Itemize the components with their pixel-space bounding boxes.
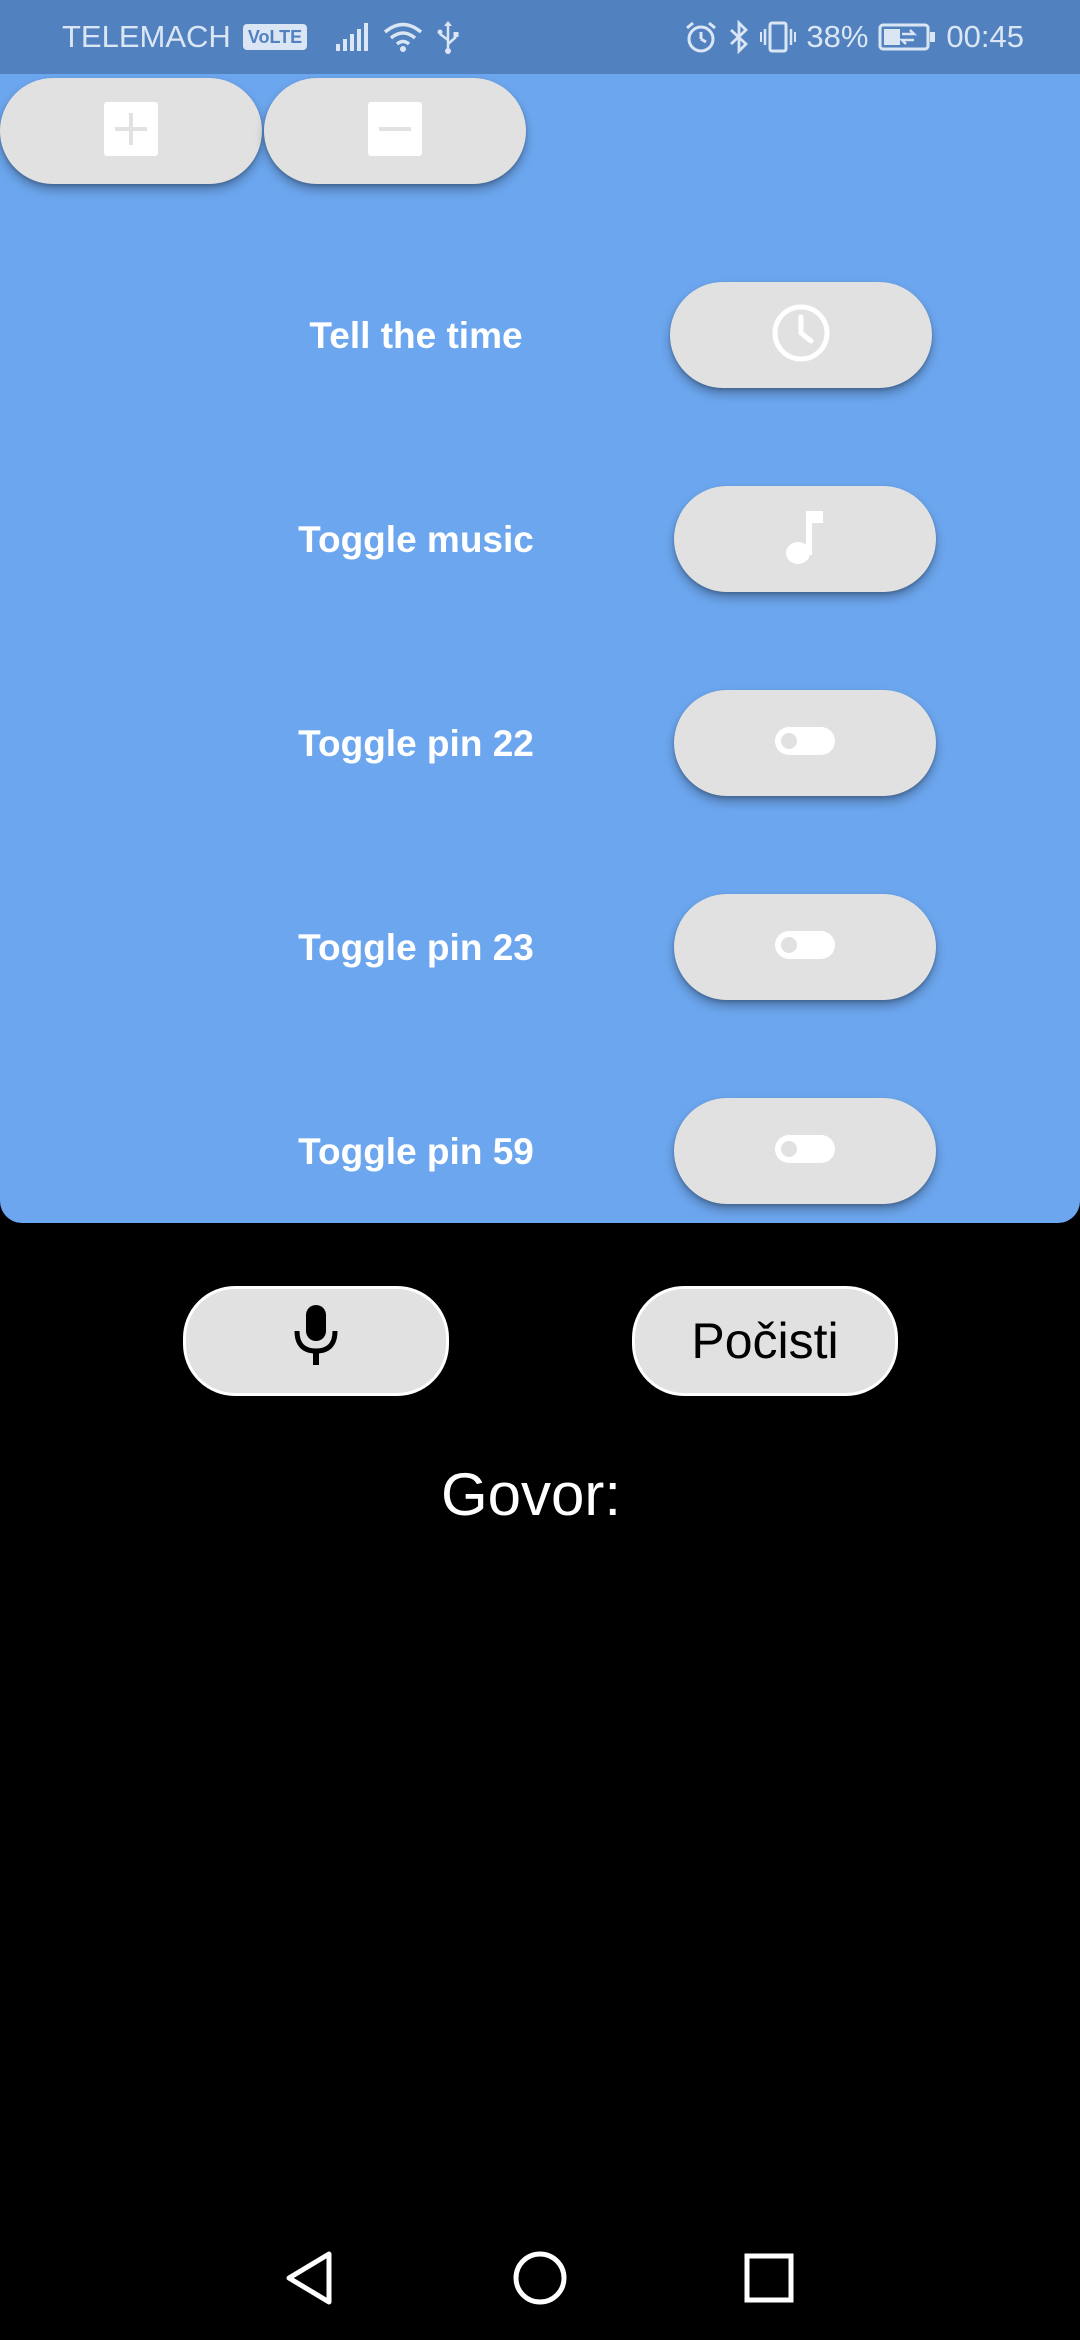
toggle-icon [774, 930, 836, 965]
tell-time-button[interactable] [670, 282, 932, 388]
clear-button-label: Počisti [691, 1313, 839, 1369]
command-label: Tell the time [309, 315, 523, 356]
clock-icon [770, 302, 832, 369]
music-note-icon [783, 507, 827, 572]
status-right: 38% 00:45 [684, 0, 1024, 74]
home-button[interactable] [508, 2248, 572, 2312]
navigation-bar [0, 2220, 1080, 2340]
command-panel: Tell the time Toggle music Toggle pin 22 [0, 74, 1080, 1223]
toggle-pin-23-button[interactable] [674, 894, 936, 1000]
plus-icon [104, 101, 158, 161]
alarm-icon [684, 20, 718, 54]
home-circle-icon [512, 2250, 568, 2311]
usb-icon [437, 20, 459, 54]
bluetooth-icon [728, 20, 750, 54]
carrier-name: TELEMACH [62, 19, 231, 54]
microphone-button[interactable] [183, 1286, 449, 1396]
command-label: Toggle music [298, 519, 534, 560]
microphone-icon [292, 1303, 340, 1379]
minus-icon [368, 101, 422, 161]
status-left: TELEMACH VoLTE [62, 0, 459, 74]
signal-icon [335, 22, 369, 52]
vibrate-icon [760, 20, 797, 54]
toggle-pin-59-button[interactable] [674, 1098, 936, 1204]
remove-command-button[interactable] [264, 78, 526, 184]
speech-output-label: Govor: [440, 1461, 622, 1528]
battery-icon [878, 22, 936, 52]
wifi-icon [383, 21, 423, 53]
toggle-music-button[interactable] [674, 486, 936, 592]
clock-time: 00:45 [946, 19, 1024, 54]
recents-square-icon [743, 2252, 795, 2309]
toggle-icon [774, 726, 836, 761]
add-command-button[interactable] [0, 78, 262, 184]
battery-percent: 38% [806, 19, 869, 54]
command-label: Toggle pin 59 [298, 1131, 534, 1172]
command-label: Toggle pin 23 [298, 927, 534, 968]
recents-button[interactable] [737, 2248, 801, 2312]
volte-badge: VoLTE [242, 24, 308, 50]
command-label: Toggle pin 22 [298, 723, 534, 764]
clear-button[interactable]: Počisti [632, 1286, 898, 1396]
status-bar: TELEMACH VoLTE 38% 00:45 [0, 0, 1080, 74]
back-triangle-icon [283, 2250, 335, 2311]
back-button[interactable] [277, 2248, 341, 2312]
toggle-pin-22-button[interactable] [674, 690, 936, 796]
toggle-icon [774, 1134, 836, 1169]
